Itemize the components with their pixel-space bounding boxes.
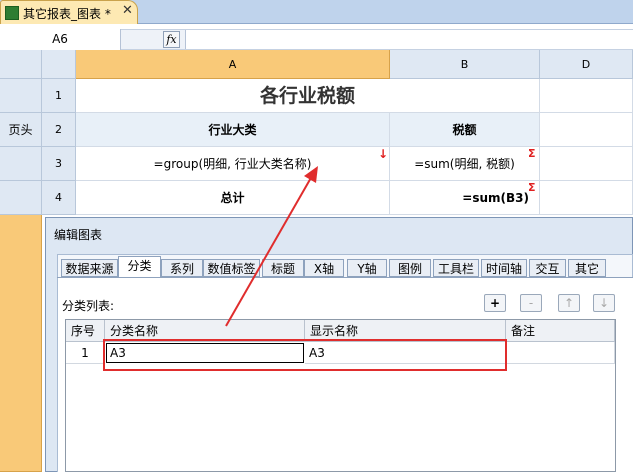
total-formula-text: =sum(B3) — [462, 191, 529, 205]
tab-series[interactable]: 系列 — [161, 259, 203, 277]
cell-d4[interactable] — [540, 181, 633, 215]
tab-toolbar[interactable]: 工具栏 — [433, 259, 479, 277]
report-file-icon — [5, 6, 19, 20]
grid-header-seq[interactable]: 序号 — [66, 320, 105, 342]
category-list-label: 分类列表: — [62, 299, 115, 313]
row-number-corner[interactable] — [42, 50, 76, 79]
grid-row-seq: 1 — [66, 342, 105, 364]
note-cell[interactable] — [506, 342, 615, 364]
corner-header[interactable] — [0, 50, 42, 79]
total-sigma-icon: Σ — [528, 181, 536, 194]
zone-cell-row4 — [0, 181, 42, 215]
move-up-button[interactable]: ↑ — [558, 294, 580, 312]
sum-formula-text: =sum(明细, 税额) — [414, 157, 515, 171]
expand-down-icon: ↓ — [378, 147, 389, 161]
row-header-4[interactable]: 4 — [42, 181, 76, 215]
column-header-d[interactable]: D — [540, 50, 633, 79]
close-tab-icon[interactable]: ✕ — [122, 3, 133, 18]
tab-timeline[interactable]: 时间轴 — [481, 259, 527, 277]
zone-label-header: 页头 — [0, 113, 42, 147]
sum-sigma-icon: Σ — [528, 147, 536, 160]
row-header-2[interactable]: 2 — [42, 113, 76, 147]
tax-header-cell[interactable]: 税额 — [390, 113, 540, 147]
tab-x-axis[interactable]: X轴 — [304, 259, 344, 277]
total-formula-cell[interactable]: =sum(B3) Σ — [390, 181, 540, 215]
zone-cell-row3 — [0, 147, 42, 181]
group-formula-text: =group(明细, 行业大类名称) — [153, 157, 312, 171]
report-title-cell[interactable]: 各行业税额 — [76, 79, 540, 113]
tab-value-labels[interactable]: 数值标签 — [203, 259, 260, 277]
highlight-box — [103, 339, 507, 371]
column-header-b[interactable]: B — [390, 50, 540, 79]
add-button[interactable]: + — [484, 294, 506, 312]
tab-interaction[interactable]: 交互 — [529, 259, 566, 277]
grid-header-note[interactable]: 备注 — [506, 320, 615, 342]
sum-formula-cell[interactable]: =sum(明细, 税额) Σ — [390, 147, 540, 181]
column-header-a[interactable]: A — [76, 50, 390, 79]
cell-d3[interactable] — [540, 147, 633, 181]
tab-category[interactable]: 分类 — [118, 256, 161, 278]
dialog-title: 编辑图表 — [54, 228, 103, 242]
tab-legend[interactable]: 图例 — [389, 259, 431, 277]
cell-d1[interactable] — [540, 79, 633, 113]
row-header-1[interactable]: 1 — [42, 79, 76, 113]
document-tab-title: 其它报表_图表 * — [23, 7, 111, 21]
cell-d2[interactable] — [540, 113, 633, 147]
remove-button[interactable]: - — [520, 294, 542, 312]
industry-header-cell[interactable]: 行业大类 — [76, 113, 390, 147]
tab-data-source[interactable]: 数据来源 — [61, 259, 118, 277]
total-label-cell[interactable]: 总计 — [76, 181, 390, 215]
formula-input[interactable] — [185, 30, 633, 49]
move-down-button[interactable]: ↓ — [593, 294, 615, 312]
tab-title[interactable]: 标题 — [262, 259, 304, 277]
zone-cell-row1 — [0, 79, 42, 113]
document-tab[interactable]: 其它报表_图表 * ✕ — [0, 0, 138, 24]
function-icon[interactable]: fx — [163, 31, 180, 48]
tab-other[interactable]: 其它 — [568, 259, 606, 277]
row-header-3[interactable]: 3 — [42, 147, 76, 181]
zone-cell-selected — [0, 215, 42, 472]
group-formula-cell[interactable]: =group(明细, 行业大类名称) ↓ — [76, 147, 390, 181]
cell-reference-box[interactable]: A6 — [0, 29, 121, 50]
tab-y-axis[interactable]: Y轴 — [347, 259, 387, 277]
